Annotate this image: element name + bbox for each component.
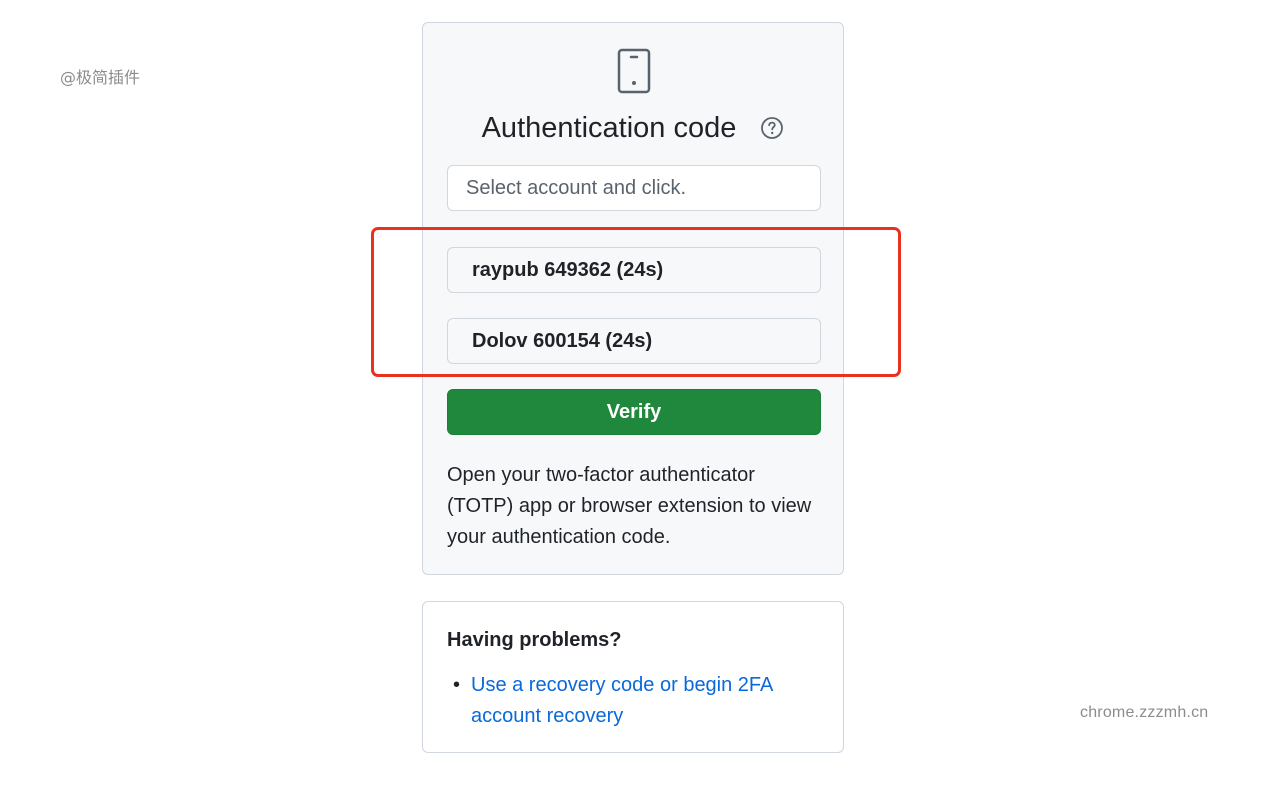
page: @极简插件 chrome.zzzmh.cn Authentication cod… [0,0,1280,800]
account-button-raypub[interactable]: raypub 649362 (24s) [447,247,821,293]
mobile-device-icon [617,48,651,94]
watermark-left: @极简插件 [60,68,141,87]
auth-description: Open your two-factor authenticator (TOTP… [447,464,812,548]
question-circle-icon[interactable] [760,116,784,140]
problems-title: Having problems? [447,629,622,651]
page-title: Authentication code [481,111,737,144]
auth-code-card: Authentication code raypub 649362 (24s) … [422,22,844,575]
problems-list: • Use a recovery code or begin 2FA accou… [447,670,807,732]
account-button-dolov[interactable]: Dolov 600154 (24s) [447,318,821,364]
recovery-link[interactable]: Use a recovery code or begin 2FA account… [471,674,772,727]
bullet-icon: • [453,674,461,696]
list-item: • Use a recovery code or begin 2FA accou… [447,670,807,732]
authentication-code-input[interactable] [447,165,821,211]
watermark-right: chrome.zzzmh.cn [1080,704,1209,721]
verify-button[interactable]: Verify [447,389,821,435]
auth-title-row: Authentication code [423,111,843,145]
having-problems-card: Having problems? • Use a recovery code o… [422,601,844,753]
